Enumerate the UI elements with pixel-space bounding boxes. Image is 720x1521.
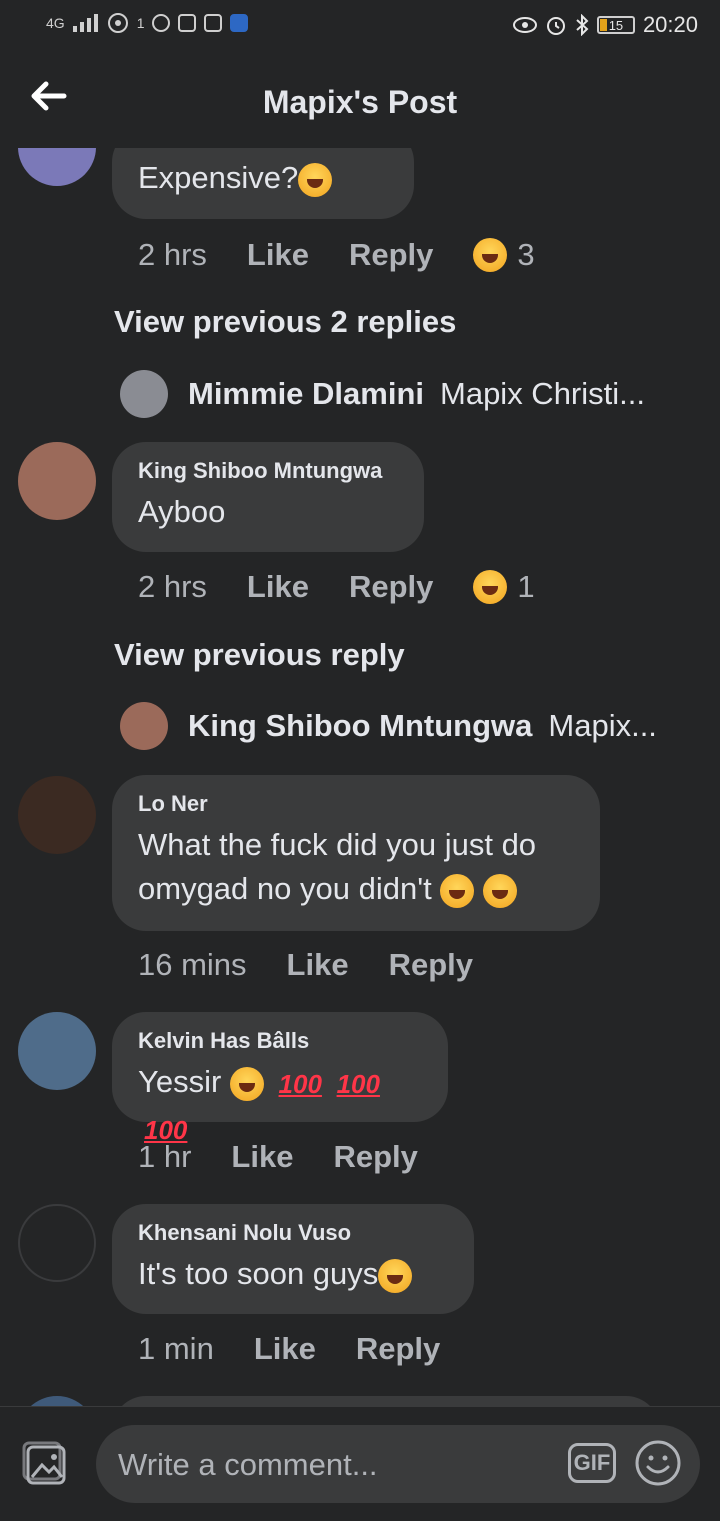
view-previous-reply[interactable]: View previous reply [114, 637, 405, 673]
clock: 20:20 [642, 12, 698, 37]
comment-meta: 2 hrs Like Reply 3 [138, 235, 535, 275]
comment-text: Yessir [138, 1064, 222, 1099]
network-label: 4G [46, 15, 65, 31]
comment-author[interactable]: King Shiboo Mntungwa [138, 458, 398, 484]
view-previous-replies[interactable]: View previous 2 replies [114, 304, 456, 340]
hundred-points-emoji: 100 [336, 1068, 380, 1099]
reply-author: King Shiboo Mntungwa [188, 708, 533, 743]
avatar[interactable] [18, 148, 96, 186]
notification-count: 1 [136, 15, 145, 31]
eye-icon [512, 17, 537, 33]
haha-reaction-icon [473, 570, 508, 604]
gif-button[interactable]: GIF [568, 1443, 616, 1483]
chrome-icon [152, 14, 171, 32]
reaction-summary[interactable]: 3 [473, 237, 535, 273]
tears-of-joy-emoji [229, 1066, 264, 1101]
comment-bubble[interactable]: Kelvin Has Bâlls Yessir 100 100 100 [112, 1012, 448, 1145]
signal-icon [72, 14, 98, 32]
comment-text: Expensive? [138, 160, 299, 195]
reaction-count: 1 [517, 569, 535, 604]
comment-bubble[interactable]: Expensive? [112, 148, 414, 219]
status-bar: 4G 1 15 20:20 [0, 0, 720, 56]
post-header: Mapix's Post [0, 56, 720, 148]
like-button[interactable]: Like [247, 237, 309, 273]
avatar [120, 370, 168, 418]
reply-button[interactable]: Reply [333, 1139, 417, 1175]
comment-bubble[interactable]: King Shiboo Mntungwa Ayboo [112, 442, 424, 552]
alarm-icon [546, 17, 565, 35]
reply-snippet: Mapix Christi... [440, 376, 645, 411]
comment-bubble[interactable]: Khensani Nolu Vuso It's too soon guys [112, 1204, 474, 1314]
comment-text-line: What the fuck did you just do [138, 827, 537, 862]
haha-reaction-icon [473, 238, 508, 272]
comment-meta: 1 hr Like Reply [138, 1137, 458, 1177]
comment-meta: 16 mins Like Reply [138, 945, 513, 985]
avatar[interactable] [18, 442, 96, 520]
battery-icon: 15 [596, 16, 635, 34]
like-button[interactable]: Like [231, 1139, 293, 1175]
page-title: Mapix's Post [262, 84, 458, 120]
reply-button[interactable]: Reply [349, 569, 433, 605]
avatar[interactable] [18, 1012, 96, 1090]
messenger-icon [230, 14, 249, 32]
crying-emoji [440, 873, 475, 908]
comment-text-line: omygad no you didn't [138, 871, 432, 906]
avatar[interactable] [18, 776, 96, 854]
comment-author[interactable]: Lo Ner [138, 791, 574, 817]
instagram-icon [204, 14, 223, 32]
battery-level: 15 [608, 17, 624, 33]
like-button[interactable]: Like [247, 569, 309, 605]
hotspot-icon [107, 13, 128, 33]
avatar [120, 702, 168, 750]
cat-joy-emoji [482, 873, 517, 908]
reply-button[interactable]: Reply [389, 947, 473, 983]
comment-input-placeholder: Write a comment... [118, 1447, 378, 1482]
reply-preview[interactable]: King Shiboo Mntungwa Mapix... [120, 702, 700, 750]
comment-time: 2 hrs [138, 237, 207, 272]
comment-bubble[interactable]: Lo Ner What the fuck did you just do omy… [112, 775, 600, 931]
app-icon [178, 14, 197, 32]
hundred-points-emoji: 100 [278, 1068, 322, 1099]
avatar[interactable] [18, 1396, 96, 1406]
comment-time: 1 hr [138, 1139, 192, 1174]
comment-time: 16 mins [138, 947, 247, 982]
reply-button[interactable]: Reply [356, 1331, 440, 1367]
comment-text: Ayboo [138, 494, 226, 529]
comment-composer: Write a comment... GIF [0, 1406, 720, 1521]
comments-list[interactable]: Expensive? 2 hrs Like Reply 3 View previ… [0, 148, 720, 1406]
bluetooth-icon [576, 14, 589, 36]
comment-time: 2 hrs [138, 569, 207, 604]
comment-meta: 1 min Like Reply [138, 1329, 480, 1369]
comment-author[interactable]: Khensani Nolu Vuso [138, 1220, 448, 1246]
comment-time: 1 min [138, 1331, 214, 1366]
tears-of-joy-emoji [298, 162, 333, 197]
like-button[interactable]: Like [287, 947, 349, 983]
reply-author: Mimmie Dlamini [188, 376, 424, 411]
comment-text: It's too soon guys [138, 1256, 379, 1291]
like-button[interactable]: Like [254, 1331, 316, 1367]
reply-snippet: Mapix... [548, 708, 657, 743]
reply-preview[interactable]: Mimmie Dlamini Mapix Christi... [120, 370, 700, 418]
photo-icon[interactable] [22, 1441, 70, 1489]
smiley-icon[interactable] [634, 1439, 682, 1487]
comment-author[interactable]: Kelvin Has Bâlls [138, 1028, 422, 1054]
comment-input[interactable]: Write a comment... GIF [96, 1425, 700, 1503]
reply-button[interactable]: Reply [349, 237, 433, 273]
comment-meta: 2 hrs Like Reply 1 [138, 567, 535, 607]
reaction-count: 3 [517, 237, 535, 272]
reaction-summary[interactable]: 1 [473, 569, 535, 605]
comment-bubble[interactable] [112, 1396, 660, 1406]
avatar[interactable] [18, 1204, 96, 1282]
rofl-emoji [378, 1258, 413, 1293]
